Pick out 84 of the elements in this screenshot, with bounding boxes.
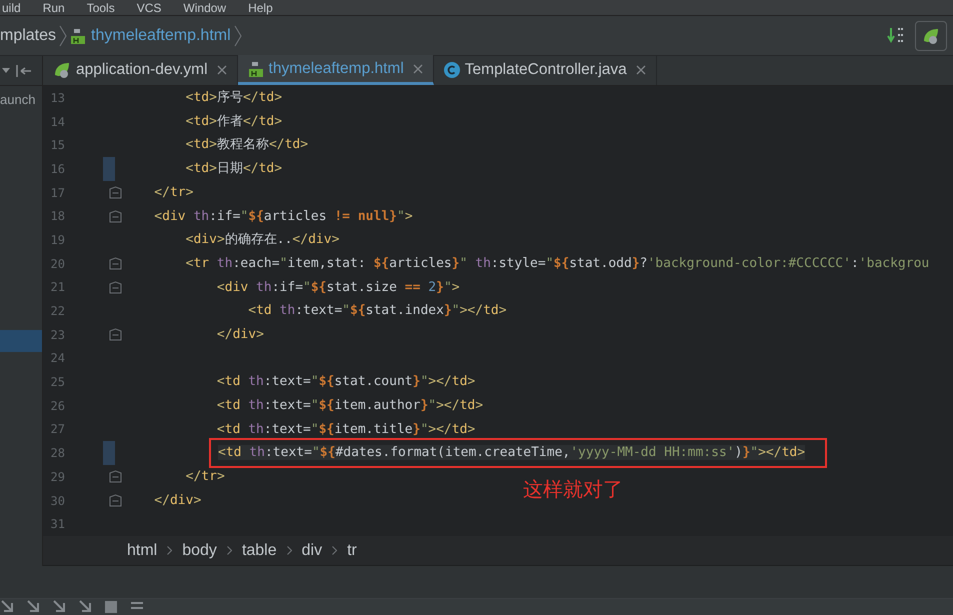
code-line: <div th:if="${stat.size == 2}"> <box>216 278 460 297</box>
tag-crumb[interactable]: div <box>302 538 322 562</box>
class-icon <box>444 62 460 78</box>
code-line: </tr> <box>153 184 194 202</box>
table-icon[interactable] <box>104 599 118 613</box>
line-number: 29 <box>50 468 65 486</box>
editor-tab[interactable]: application-dev.yml <box>43 55 238 85</box>
fold-icon[interactable] <box>109 494 122 508</box>
line-number: 30 <box>50 492 65 510</box>
line-number: 31 <box>50 516 65 534</box>
code-line: <td th:text="${item.title}"></td> <box>216 420 476 439</box>
run-config-button[interactable] <box>915 20 947 50</box>
code-line: <td>序号</td> <box>184 89 282 108</box>
fold-icon[interactable] <box>109 470 122 484</box>
fold-icon[interactable] <box>109 186 122 200</box>
line-number: 21 <box>50 279 65 296</box>
line-number: 16 <box>50 160 65 178</box>
chevron-icon <box>226 546 232 555</box>
collapse-left-icon[interactable] <box>16 64 32 78</box>
chevron-icon <box>167 546 172 555</box>
code-line: <td th:text="${item.author}"></td> <box>216 397 484 416</box>
fold-icon[interactable] <box>109 328 122 342</box>
leaf-icon <box>922 26 940 44</box>
code-line: <div th:if="${articles != null}"> <box>153 208 413 226</box>
line-number: 26 <box>50 398 65 415</box>
arrow-icon[interactable] <box>52 599 66 613</box>
arrow-icon[interactable] <box>78 599 92 613</box>
fold-icon[interactable] <box>109 257 122 270</box>
editor-tab[interactable]: TemplateController.java <box>434 55 657 85</box>
line-number: 20 <box>50 256 65 273</box>
line-number: 28 <box>50 445 65 462</box>
code-editor[interactable] <box>43 86 953 536</box>
code-line: <tr th:each="item,stat: ${articles}" th:style="${stat.odd}?'background-color:#CCCCCC':'backgrou <box>184 254 930 273</box>
arrow-icon[interactable] <box>26 599 40 613</box>
code-line: <td>教程名称</td> <box>184 136 308 154</box>
tag-crumb[interactable]: table <box>242 538 277 562</box>
menu-item[interactable]: Window <box>183 2 226 14</box>
line-number: 25 <box>50 374 65 392</box>
code-line: </div> <box>216 326 264 344</box>
code-line: <div>的确存在..</div> <box>184 231 340 250</box>
dropdown-icon[interactable] <box>2 68 10 74</box>
line-number: 23 <box>50 326 65 344</box>
nav-crumb[interactable]: thymeleaftemp.html <box>70 24 231 48</box>
menu-item[interactable]: Run <box>42 2 65 14</box>
annotation-text: 这样就对了 <box>523 476 623 504</box>
code-line: <td>日期</td> <box>184 160 282 178</box>
menu-item[interactable]: Help <box>248 2 273 14</box>
tag-crumb[interactable]: body <box>182 538 217 562</box>
chevron-icon <box>59 24 68 46</box>
code-line: </div> <box>153 492 202 510</box>
html-file-icon <box>248 60 264 76</box>
line-number: 13 <box>50 90 65 107</box>
line-number: 17 <box>50 184 65 202</box>
leaf-icon <box>53 61 71 79</box>
close-icon[interactable] <box>216 65 227 75</box>
html-file-icon <box>70 28 86 44</box>
tag-crumb[interactable]: tr <box>347 538 357 562</box>
tag-crumb[interactable]: html <box>127 538 158 562</box>
code-line: <td th:text="${stat.index}"></td> <box>247 302 507 320</box>
binary-download-icon[interactable] <box>887 26 905 46</box>
line-number: 19 <box>50 232 65 249</box>
menu-item[interactable]: uild <box>2 2 21 14</box>
chevron-icon <box>286 546 292 555</box>
close-icon[interactable] <box>636 65 646 75</box>
code-line: </tr> <box>184 468 225 486</box>
fold-icon[interactable] <box>109 280 122 294</box>
chevron-icon <box>234 24 242 46</box>
line-number: 22 <box>50 303 65 320</box>
fold-icon[interactable] <box>109 210 122 223</box>
line-number: 15 <box>50 137 65 154</box>
menu-item[interactable]: VCS <box>136 2 162 14</box>
line-number: 18 <box>50 208 65 226</box>
project-item[interactable]: aunch <box>0 90 42 110</box>
line-number: 24 <box>50 350 65 368</box>
close-icon[interactable] <box>412 64 423 74</box>
nav-crumb[interactable]: mplates <box>0 24 56 48</box>
menu-item[interactable]: Tools <box>86 2 115 14</box>
code-line: <td>作者</td> <box>184 112 282 131</box>
editor-tab[interactable]: thymeleaftemp.html <box>238 55 434 85</box>
chevron-icon <box>332 546 338 555</box>
line-number: 14 <box>50 114 65 131</box>
code-line: <td th:text="${stat.count}"></td> <box>216 373 476 392</box>
arrow-icon[interactable] <box>0 599 14 613</box>
line-number: 27 <box>50 421 65 438</box>
